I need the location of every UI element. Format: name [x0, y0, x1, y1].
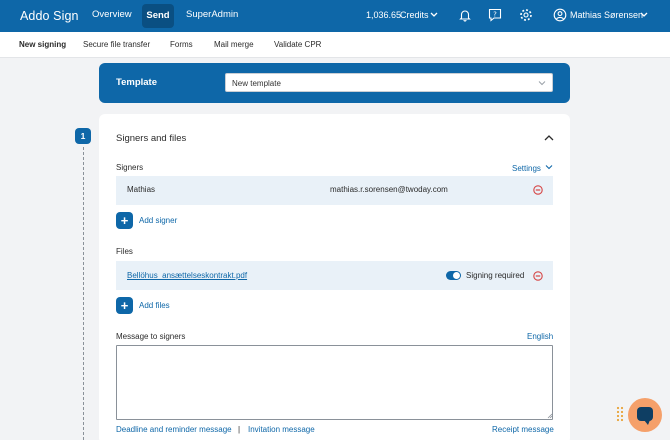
chevron-down-icon[interactable]: [640, 9, 648, 21]
chat-bubble-icon: [637, 407, 653, 425]
template-select[interactable]: New template: [225, 73, 553, 92]
settings-link-label: Settings: [512, 164, 541, 173]
signer-row[interactable]: Mathias mathias.r.sorensen@twoday.com: [116, 176, 553, 205]
chevron-down-icon: [545, 165, 553, 170]
chevron-down-icon[interactable]: [430, 9, 438, 21]
help-icon[interactable]: ?: [488, 8, 502, 22]
deadline-reminder-link[interactable]: Deadline and reminder message: [116, 425, 232, 434]
remove-circle-icon[interactable]: [533, 271, 543, 281]
tab-validate-cpr[interactable]: Validate CPR: [274, 40, 321, 49]
signing-required-toggle[interactable]: [446, 271, 461, 280]
sub-navigation: New signing Secure file transfer Forms M…: [0, 32, 670, 58]
footer-separator: |: [238, 425, 241, 434]
file-row: Bellöhus_ansættelseskontrakt.pdf Signing…: [116, 261, 553, 290]
nav-send[interactable]: Send: [142, 4, 174, 28]
file-name-link[interactable]: Bellöhus_ansættelseskontrakt.pdf: [127, 271, 247, 280]
tab-mail-merge[interactable]: Mail merge: [214, 40, 254, 49]
message-label: Message to signers: [116, 332, 186, 341]
template-panel: Template New template: [99, 63, 570, 103]
signers-and-files-card: Signers and files Signers Settings Mathi…: [99, 114, 570, 440]
signers-label: Signers: [116, 163, 144, 172]
top-navigation-bar: Addo Sign Overview Send SuperAdmin 1,036…: [0, 0, 670, 32]
message-textarea[interactable]: [116, 345, 553, 420]
chevron-up-icon[interactable]: [544, 133, 554, 143]
chevron-down-icon: [538, 81, 546, 86]
resize-grip-icon[interactable]: [547, 413, 553, 419]
signing-required-label: Signing required: [466, 271, 525, 280]
step-connector-line: [83, 147, 84, 440]
signer-email: mathias.r.sorensen@twoday.com: [330, 185, 448, 194]
language-link[interactable]: English: [527, 332, 553, 341]
signer-name: Mathias: [127, 185, 156, 194]
nav-superadmin[interactable]: SuperAdmin: [186, 9, 238, 20]
section-title: Signers and files: [116, 133, 187, 144]
tab-secure-file-transfer[interactable]: Secure file transfer: [83, 40, 150, 49]
template-label: Template: [116, 77, 158, 88]
add-files-button[interactable]: +: [116, 297, 133, 314]
gear-icon[interactable]: [519, 8, 533, 22]
invitation-message-link[interactable]: Invitation message: [248, 425, 315, 434]
files-label: Files: [116, 247, 133, 256]
add-files-link[interactable]: Add files: [139, 301, 170, 310]
credits-label[interactable]: Credits: [400, 10, 429, 20]
add-signer-button[interactable]: +: [116, 212, 133, 229]
bell-icon[interactable]: [458, 8, 472, 22]
step-number-badge: 1: [75, 128, 91, 144]
receipt-message-link[interactable]: Receipt message: [492, 425, 554, 434]
nav-overview[interactable]: Overview: [92, 9, 132, 20]
tab-forms[interactable]: Forms: [170, 40, 193, 49]
chat-button[interactable]: [628, 398, 662, 432]
tab-new-signing[interactable]: New signing: [19, 40, 66, 49]
template-selected-value: New template: [232, 79, 281, 88]
add-signer-link[interactable]: Add signer: [139, 216, 177, 225]
svg-text:?: ?: [493, 11, 497, 19]
credits-value[interactable]: 1,036.65: [366, 10, 401, 20]
user-icon[interactable]: [553, 8, 567, 22]
drag-handle-icon[interactable]: [616, 405, 624, 425]
settings-link[interactable]: Settings: [512, 163, 553, 173]
brand-logo[interactable]: Addo Sign: [20, 9, 79, 23]
remove-circle-icon[interactable]: [533, 185, 543, 195]
user-name[interactable]: Mathias Sørensen: [570, 10, 643, 20]
